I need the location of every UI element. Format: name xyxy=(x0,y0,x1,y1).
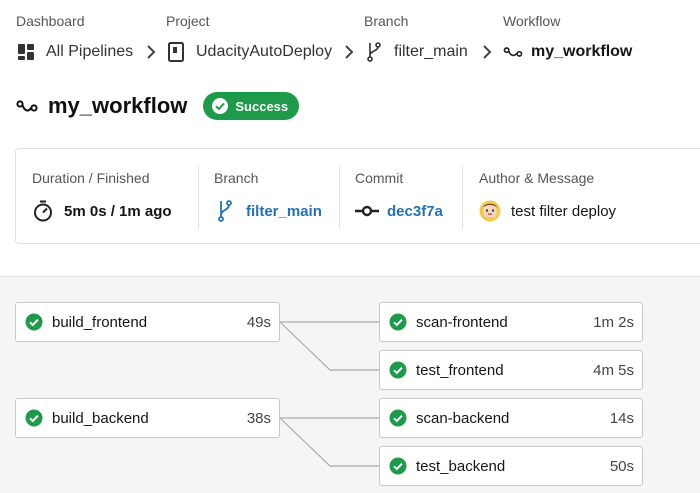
breadcrumb-project: Project UdacityAutoDeploy xyxy=(166,12,332,64)
workflow-icon xyxy=(16,95,38,117)
git-branch-icon xyxy=(214,200,236,222)
page-title: my_workflow xyxy=(48,93,188,118)
job-test-frontend[interactable]: test_frontend 4m 5s xyxy=(379,350,643,390)
workflow-icon xyxy=(503,42,523,62)
job-scan-frontend[interactable]: scan-frontend 1m 2s xyxy=(379,302,643,342)
breadcrumb-branch-value: filter_main xyxy=(394,43,468,60)
chevron-right-icon xyxy=(483,45,492,59)
breadcrumb-workflow-caption: Workflow xyxy=(503,13,561,29)
job-name: build_backend xyxy=(52,409,149,427)
check-circle-icon xyxy=(389,313,407,331)
breadcrumb-branch-link[interactable]: filter_main xyxy=(364,40,468,64)
project-book-icon xyxy=(166,42,186,62)
breadcrumb-workflow: Workflow my_workflow xyxy=(503,12,632,64)
job-duration: 49s xyxy=(246,313,271,331)
job-build-frontend[interactable]: build_frontend 49s xyxy=(15,302,280,342)
job-duration: 1m 2s xyxy=(593,313,634,331)
git-commit-icon xyxy=(355,200,379,222)
job-duration: 14s xyxy=(609,409,634,427)
chevron-right-icon xyxy=(147,45,156,59)
info-duration: Duration / Finished 5m 0s / 1m ago xyxy=(32,149,172,245)
breadcrumb-dashboard-link[interactable]: All Pipelines xyxy=(16,40,133,64)
info-branch: Branch filter_main xyxy=(214,149,322,245)
branch-link[interactable]: filter_main xyxy=(246,203,322,220)
job-name: test_backend xyxy=(416,457,506,475)
info-duration-value: 5m 0s / 1m ago xyxy=(64,202,172,220)
breadcrumb-project-link[interactable]: UdacityAutoDeploy xyxy=(166,40,332,64)
chevron-right-icon xyxy=(345,45,354,59)
info-author: Author & Message test filter deploy xyxy=(479,149,616,245)
job-duration: 4m 5s xyxy=(593,361,634,379)
breadcrumb-project-caption: Project xyxy=(166,13,210,29)
info-branch-value-row: filter_main xyxy=(214,199,322,223)
job-name: scan-backend xyxy=(416,409,510,427)
info-duration-caption: Duration / Finished xyxy=(32,170,150,186)
workflow-page: Dashboard All Pipelines Project UdacityA… xyxy=(0,0,700,493)
check-circle-icon xyxy=(25,313,43,331)
breadcrumb-dashboard-value: All Pipelines xyxy=(46,43,134,60)
job-test-backend[interactable]: test_backend 50s xyxy=(379,446,643,486)
info-author-caption: Author & Message xyxy=(479,170,595,186)
breadcrumb-branch: Branch filter_main xyxy=(364,12,468,64)
dashboard-grid-icon xyxy=(16,42,36,62)
page-header: my_workflow Success xyxy=(16,92,300,120)
workflow-info-card: Duration / Finished 5m 0s / 1m ago Branc… xyxy=(15,148,700,244)
divider xyxy=(462,165,463,229)
info-commit-value-row: dec3f7a xyxy=(355,199,443,223)
job-scan-backend[interactable]: scan-backend 14s xyxy=(379,398,643,438)
job-build-backend[interactable]: build_backend 38s xyxy=(15,398,280,438)
check-circle-icon xyxy=(389,361,407,379)
divider xyxy=(198,165,199,229)
info-commit-caption: Commit xyxy=(355,170,404,186)
workflow-graph: build_frontend 49s build_backend 38s sca… xyxy=(0,276,700,493)
info-branch-caption: Branch xyxy=(214,170,259,186)
breadcrumb-branch-caption: Branch xyxy=(364,13,409,29)
info-commit: Commit dec3f7a xyxy=(355,149,443,245)
job-duration: 38s xyxy=(246,409,271,427)
job-name: build_frontend xyxy=(52,313,148,331)
info-duration-value-row: 5m 0s / 1m ago xyxy=(32,199,172,223)
job-name: test_frontend xyxy=(416,361,504,379)
job-name: scan-frontend xyxy=(416,313,508,331)
check-circle-icon xyxy=(211,97,229,115)
job-duration: 50s xyxy=(609,457,634,475)
commit-link[interactable]: dec3f7a xyxy=(387,203,443,220)
status-badge: Success xyxy=(203,92,300,120)
breadcrumb-dashboard: Dashboard All Pipelines xyxy=(16,12,133,64)
info-author-message: test filter deploy xyxy=(511,202,617,220)
timer-icon xyxy=(32,200,54,222)
check-circle-icon xyxy=(389,409,407,427)
divider xyxy=(339,165,340,229)
git-branch-icon xyxy=(364,42,384,62)
breadcrumb-workflow-value: my_workflow xyxy=(531,43,633,60)
breadcrumb-dashboard-caption: Dashboard xyxy=(16,13,85,29)
avatar xyxy=(479,200,501,222)
breadcrumb-project-value: UdacityAutoDeploy xyxy=(196,43,333,60)
check-circle-icon xyxy=(25,409,43,427)
breadcrumb-workflow-link[interactable]: my_workflow xyxy=(503,40,632,64)
check-circle-icon xyxy=(389,457,407,475)
info-author-value-row: test filter deploy xyxy=(479,199,616,223)
status-label: Success xyxy=(235,98,289,114)
